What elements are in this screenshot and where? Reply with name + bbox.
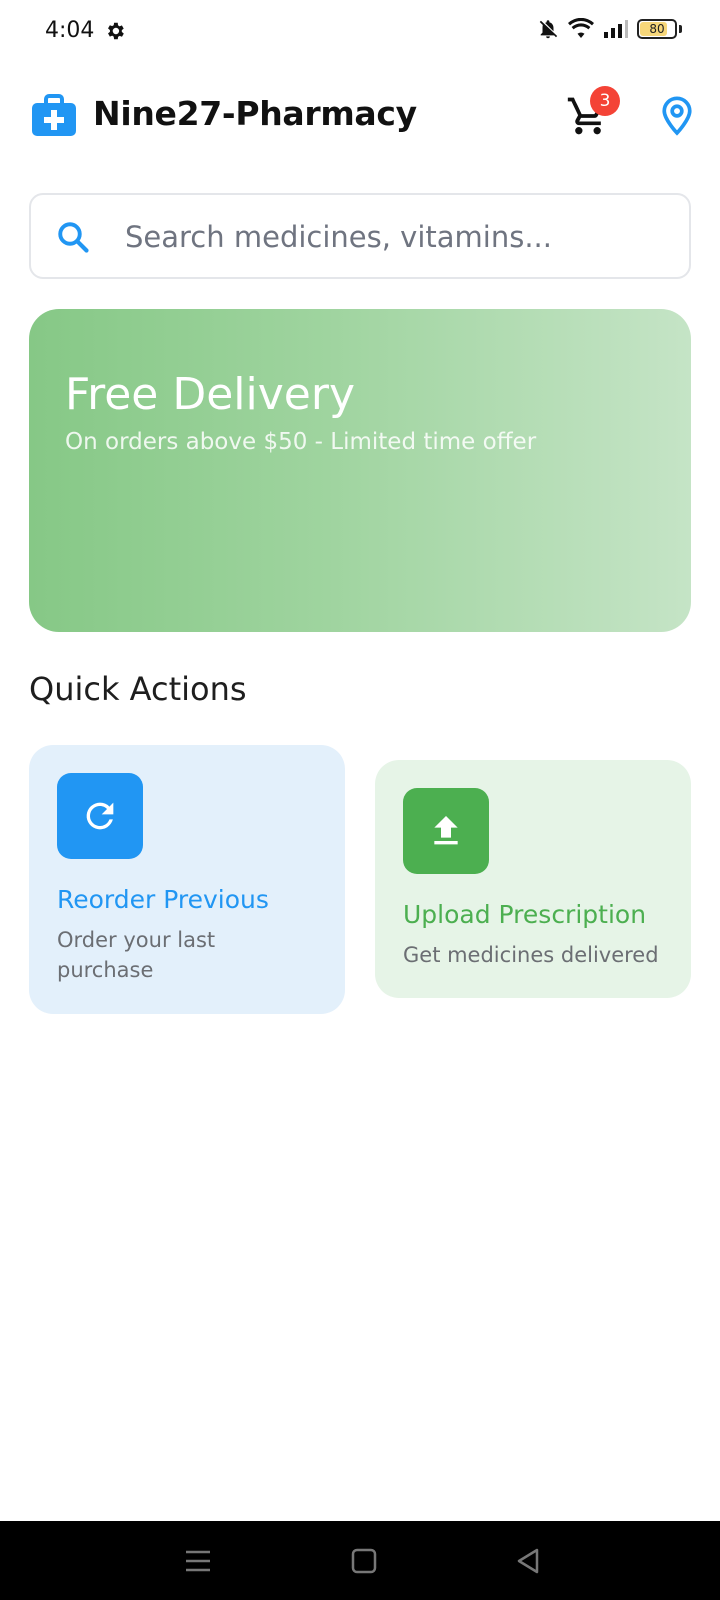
battery-level: 80	[649, 22, 665, 36]
battery-cap	[679, 25, 682, 33]
search-input[interactable]	[125, 213, 665, 261]
promo-banner[interactable]: Free Delivery On orders above $50 - Limi…	[29, 309, 691, 632]
status-bar: 4:04 80	[0, 0, 720, 64]
upload-icon-box	[403, 788, 489, 874]
system-nav-bar	[0, 1521, 720, 1600]
reorder-icon-box	[57, 773, 143, 859]
menu-icon[interactable]	[178, 1541, 218, 1581]
reorder-previous-card[interactable]: Reorder Previous Order your last purchas…	[29, 745, 345, 1014]
home-icon[interactable]	[344, 1541, 384, 1581]
search-icon	[58, 222, 89, 253]
signal-icon	[604, 20, 628, 38]
banner-subtitle: On orders above $50 - Limited time offer	[65, 429, 537, 455]
search-bar[interactable]	[29, 193, 691, 279]
status-icons: 80	[537, 18, 682, 40]
quick-actions-title: Quick Actions	[29, 670, 247, 708]
location-pin-icon[interactable]	[660, 96, 694, 136]
upload-prescription-title: Upload Prescription	[403, 900, 647, 929]
upload-prescription-description: Get medicines delivered	[403, 943, 659, 967]
app-title: Nine27-Pharmacy	[93, 94, 417, 133]
cart-count-badge: 3	[590, 86, 620, 116]
reorder-previous-title: Reorder Previous	[57, 885, 269, 914]
upload-prescription-card[interactable]: Upload Prescription Get medicines delive…	[375, 760, 691, 998]
wifi-icon	[568, 18, 594, 38]
app-header: Nine27-Pharmacy 3	[0, 84, 720, 144]
reorder-previous-description: Order your last purchase	[57, 928, 216, 982]
medical-kit-icon	[32, 94, 76, 136]
bell-off-icon	[539, 20, 558, 39]
upload-icon	[434, 816, 458, 845]
status-time: 4:04	[45, 18, 95, 43]
refresh-icon	[86, 802, 114, 830]
back-icon[interactable]	[508, 1541, 548, 1581]
battery-icon: 80	[637, 19, 677, 39]
gear-icon	[108, 22, 124, 40]
banner-title: Free Delivery	[65, 369, 355, 420]
